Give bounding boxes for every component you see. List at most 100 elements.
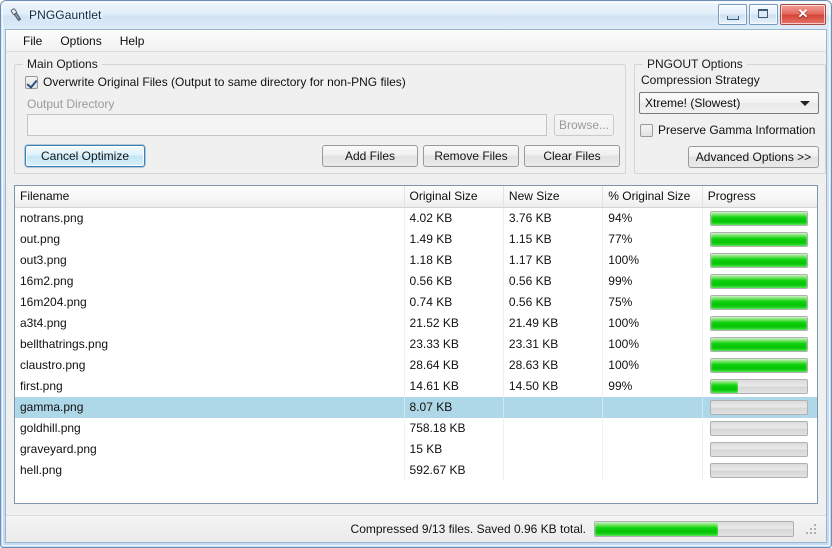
cell-progress [703, 292, 817, 313]
table-row[interactable]: a3t4.png 21.52 KB 21.49 KB 100% [15, 313, 817, 334]
pngout-options-title: PNGOUT Options [643, 57, 747, 71]
row-progress-fill [710, 338, 807, 351]
output-directory-label: Output Directory [27, 97, 115, 111]
table-row[interactable]: notrans.png 4.02 KB 3.76 KB 94% [15, 208, 817, 229]
output-directory-input[interactable] [27, 114, 547, 136]
table-row[interactable]: out.png 1.49 KB 1.15 KB 77% [15, 229, 817, 250]
cell-pct_original [603, 397, 703, 418]
minimize-button[interactable] [718, 4, 747, 25]
cell-original_size: 0.56 KB [405, 271, 504, 292]
cell-pct_original [603, 418, 703, 439]
table-row[interactable]: first.png 14.61 KB 14.50 KB 99% [15, 376, 817, 397]
column-header-pct-original-size[interactable]: % Original Size [603, 186, 703, 207]
cell-new_size: 3.76 KB [504, 208, 604, 229]
add-files-button[interactable]: Add Files [322, 145, 418, 167]
compression-strategy-select[interactable]: Xtreme! (Slowest) [639, 92, 819, 114]
table-row[interactable]: bellthatrings.png 23.33 KB 23.31 KB 100% [15, 334, 817, 355]
file-list-body: notrans.png 4.02 KB 3.76 KB 94% out.png 1.49 … [15, 208, 817, 481]
gauntlet-icon [8, 7, 24, 23]
column-header-filename[interactable]: Filename [15, 186, 405, 207]
menu-file[interactable]: File [14, 32, 51, 50]
table-row[interactable]: claustro.png 28.64 KB 28.63 KB 100% [15, 355, 817, 376]
menu-options[interactable]: Options [51, 32, 110, 50]
menu-help[interactable]: Help [111, 32, 154, 50]
cell-pct_original [603, 460, 703, 481]
close-button[interactable]: ✕ [780, 4, 826, 25]
main-options-title: Main Options [23, 57, 102, 71]
cell-filename: gamma.png [15, 397, 405, 418]
cell-original_size: 14.61 KB [405, 376, 504, 397]
table-row[interactable]: gamma.png 8.07 KB [15, 397, 817, 418]
cell-new_size: 0.56 KB [504, 292, 604, 313]
cell-progress [703, 397, 817, 418]
cancel-optimize-button[interactable]: Cancel Optimize [25, 145, 145, 167]
cell-filename: a3t4.png [15, 313, 405, 334]
row-progress-fill [710, 296, 807, 309]
file-list[interactable]: Filename Original Size New Size % Origin… [14, 185, 818, 504]
cell-original_size: 758.18 KB [405, 418, 504, 439]
row-progress-bar [709, 337, 808, 352]
cell-filename: out3.png [15, 250, 405, 271]
status-bar: Compressed 9/13 files. Saved 0.96 KB tot… [6, 515, 826, 542]
cell-filename: hell.png [15, 460, 405, 481]
title-bar[interactable]: PNGGauntlet ✕ [1, 1, 831, 29]
cell-new_size: 14.50 KB [504, 376, 604, 397]
minimize-icon [727, 16, 739, 20]
maximize-button[interactable] [749, 4, 778, 25]
cell-pct_original: 100% [603, 355, 703, 376]
table-row[interactable]: hell.png 592.67 KB [15, 460, 817, 481]
checkbox-icon [640, 123, 653, 137]
row-progress-fill [710, 380, 738, 393]
row-progress-bar [709, 316, 808, 331]
cell-filename: 16m2.png [15, 271, 405, 292]
cell-progress [703, 439, 817, 460]
file-list-header: Filename Original Size New Size % Origin… [15, 186, 817, 208]
row-progress-fill [710, 233, 807, 246]
cell-new_size: 23.31 KB [504, 334, 604, 355]
table-row[interactable]: out3.png 1.18 KB 1.17 KB 100% [15, 250, 817, 271]
row-progress-fill [710, 254, 807, 267]
cell-original_size: 1.18 KB [405, 250, 504, 271]
column-header-original-size[interactable]: Original Size [405, 186, 504, 207]
cell-progress [703, 271, 817, 292]
table-row[interactable]: 16m2.png 0.56 KB 0.56 KB 99% [15, 271, 817, 292]
cell-progress [703, 334, 817, 355]
column-header-new-size[interactable]: New Size [504, 186, 604, 207]
cell-progress [703, 355, 817, 376]
cell-new_size: 21.49 KB [504, 313, 604, 334]
cell-original_size: 8.07 KB [405, 397, 504, 418]
overwrite-original-files-checkbox[interactable]: Overwrite Original Files (Output to same… [25, 75, 406, 89]
row-progress-bar [709, 400, 808, 415]
cell-new_size [504, 418, 604, 439]
cell-pct_original: 99% [603, 271, 703, 292]
row-progress-bar [709, 358, 808, 373]
cell-original_size: 1.49 KB [405, 229, 504, 250]
advanced-options-button[interactable]: Advanced Options >> [688, 146, 819, 168]
cell-filename: goldhill.png [15, 418, 405, 439]
main-options-group: Main Options Overwrite Original Files (O… [14, 57, 626, 174]
resize-grip[interactable] [804, 522, 818, 536]
browse-button[interactable]: Browse... [554, 114, 614, 136]
clear-files-button[interactable]: Clear Files [524, 145, 620, 167]
remove-files-button[interactable]: Remove Files [423, 145, 519, 167]
column-header-progress[interactable]: Progress [703, 186, 817, 207]
preserve-gamma-checkbox[interactable]: Preserve Gamma Information [640, 123, 815, 137]
cell-pct_original: 94% [603, 208, 703, 229]
row-progress-bar [709, 232, 808, 247]
row-progress-bar [709, 421, 808, 436]
window-controls: ✕ [718, 4, 826, 25]
row-progress-bar [709, 295, 808, 310]
cell-new_size: 1.15 KB [504, 229, 604, 250]
overwrite-original-files-label: Overwrite Original Files (Output to same… [43, 75, 406, 89]
cell-filename: first.png [15, 376, 405, 397]
chevron-down-icon [800, 101, 810, 106]
table-row[interactable]: 16m204.png 0.74 KB 0.56 KB 75% [15, 292, 817, 313]
cell-original_size: 21.52 KB [405, 313, 504, 334]
row-progress-fill [710, 212, 807, 225]
cell-new_size: 0.56 KB [504, 271, 604, 292]
table-row[interactable]: goldhill.png 758.18 KB [15, 418, 817, 439]
preserve-gamma-label: Preserve Gamma Information [658, 123, 816, 137]
row-progress-bar [709, 211, 808, 226]
cell-pct_original: 100% [603, 334, 703, 355]
table-row[interactable]: graveyard.png 15 KB [15, 439, 817, 460]
